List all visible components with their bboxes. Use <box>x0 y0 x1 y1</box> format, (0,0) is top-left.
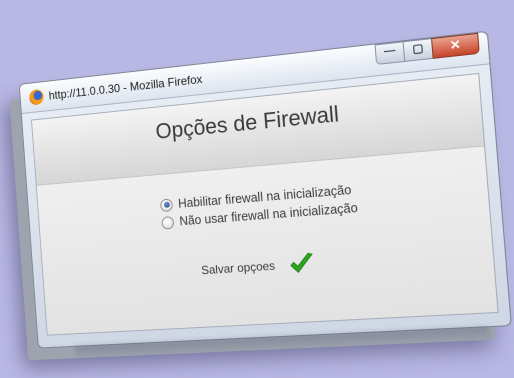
maximize-button[interactable]: ▢ <box>403 38 434 62</box>
firefox-icon <box>29 89 44 106</box>
checkmark-icon[interactable] <box>288 251 316 277</box>
page-content: Opções de Firewall Habilitar firewall na… <box>31 73 499 336</box>
save-options-link[interactable]: Salvar opçoes <box>201 259 276 278</box>
radio-enable-firewall[interactable] <box>160 198 173 212</box>
window-title: http://11.0.0.30 - Mozilla Firefox <box>48 72 202 102</box>
desktop-background: http://11.0.0.30 - Mozilla Firefox — ▢ ✕… <box>0 0 514 378</box>
radio-disable-firewall[interactable] <box>161 216 174 230</box>
minimize-icon: — <box>376 43 404 58</box>
save-row: Salvar opçoes <box>200 251 315 282</box>
maximize-icon: ▢ <box>404 40 432 56</box>
browser-window: http://11.0.0.30 - Mozilla Firefox — ▢ ✕… <box>19 31 512 349</box>
firewall-options: Habilitar firewall na inicialização Não … <box>160 180 359 231</box>
window-controls: — ▢ ✕ <box>376 33 480 65</box>
minimize-button[interactable]: — <box>375 41 406 65</box>
close-icon: ✕ <box>432 35 478 55</box>
close-button[interactable]: ✕ <box>431 33 480 59</box>
